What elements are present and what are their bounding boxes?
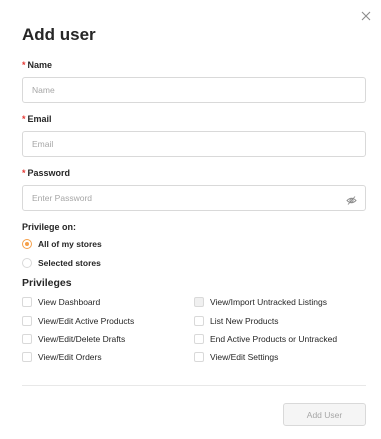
checkbox-icon[interactable] xyxy=(194,316,204,326)
checkbox-list-new-products[interactable]: List New Products xyxy=(194,316,279,326)
checkbox-view-edit-orders[interactable]: View/Edit Orders xyxy=(22,352,102,362)
required-marker: * xyxy=(22,114,26,124)
radio-all-stores-label: All of my stores xyxy=(38,239,102,249)
checkbox-label: View/Edit Orders xyxy=(38,352,102,362)
name-field[interactable] xyxy=(22,77,366,103)
email-field[interactable] xyxy=(22,131,366,157)
email-label: * Email xyxy=(22,114,52,124)
checkbox-label: View/Edit/Delete Drafts xyxy=(38,334,126,344)
password-input[interactable] xyxy=(23,186,365,210)
footer-divider xyxy=(22,385,366,386)
password-label-text: Password xyxy=(27,168,71,178)
required-marker: * xyxy=(22,60,26,70)
password-label: * Password xyxy=(22,168,70,178)
checkbox-label: View Dashboard xyxy=(38,297,101,307)
password-field[interactable] xyxy=(22,185,366,211)
checkbox-label: End Active Products or Untracked xyxy=(210,334,338,344)
checkbox-view-dashboard[interactable]: View Dashboard xyxy=(22,297,100,307)
close-icon[interactable] xyxy=(359,9,373,23)
checkbox-icon[interactable] xyxy=(194,334,204,344)
add-user-button[interactable]: Add User xyxy=(283,403,366,426)
privilege-on-label: Privilege on: xyxy=(22,222,77,232)
name-label-text: Name xyxy=(27,60,53,70)
name-label: * Name xyxy=(22,60,52,70)
eye-invisible-icon[interactable] xyxy=(346,193,357,205)
radio-selected-stores[interactable]: Selected stores xyxy=(22,258,101,268)
checkbox-icon[interactable] xyxy=(22,316,32,326)
checkbox-label: View/Edit Active Products xyxy=(38,316,135,326)
radio-selected-stores-label: Selected stores xyxy=(38,258,101,268)
email-input[interactable] xyxy=(23,132,365,156)
checkbox-label: View/Import Untracked Listings xyxy=(210,297,328,307)
email-label-text: Email xyxy=(27,114,52,124)
checkbox-label: View/Edit Settings xyxy=(210,352,279,362)
name-input[interactable] xyxy=(23,78,365,102)
checkbox-view-import-untracked[interactable]: View/Import Untracked Listings xyxy=(194,297,327,307)
privileges-heading: Privileges xyxy=(22,277,72,289)
checkbox-icon[interactable] xyxy=(22,297,32,307)
radio-checked-icon[interactable] xyxy=(22,239,32,249)
radio-unchecked-icon[interactable] xyxy=(22,258,32,268)
checkbox-view-edit-delete-drafts[interactable]: View/Edit/Delete Drafts xyxy=(22,334,125,344)
checkbox-view-edit-active-products[interactable]: View/Edit Active Products xyxy=(22,316,134,326)
checkbox-icon[interactable] xyxy=(194,352,204,362)
required-marker: * xyxy=(22,168,26,178)
checkbox-icon[interactable] xyxy=(194,297,204,307)
radio-all-stores[interactable]: All of my stores xyxy=(22,239,102,249)
checkbox-label: List New Products xyxy=(210,316,279,326)
checkbox-icon[interactable] xyxy=(22,334,32,344)
dialog-title: Add user xyxy=(22,25,96,44)
checkbox-end-active-products[interactable]: End Active Products or Untracked xyxy=(194,334,337,344)
checkbox-view-edit-settings[interactable]: View/Edit Settings xyxy=(194,352,278,362)
checkbox-icon[interactable] xyxy=(22,352,32,362)
